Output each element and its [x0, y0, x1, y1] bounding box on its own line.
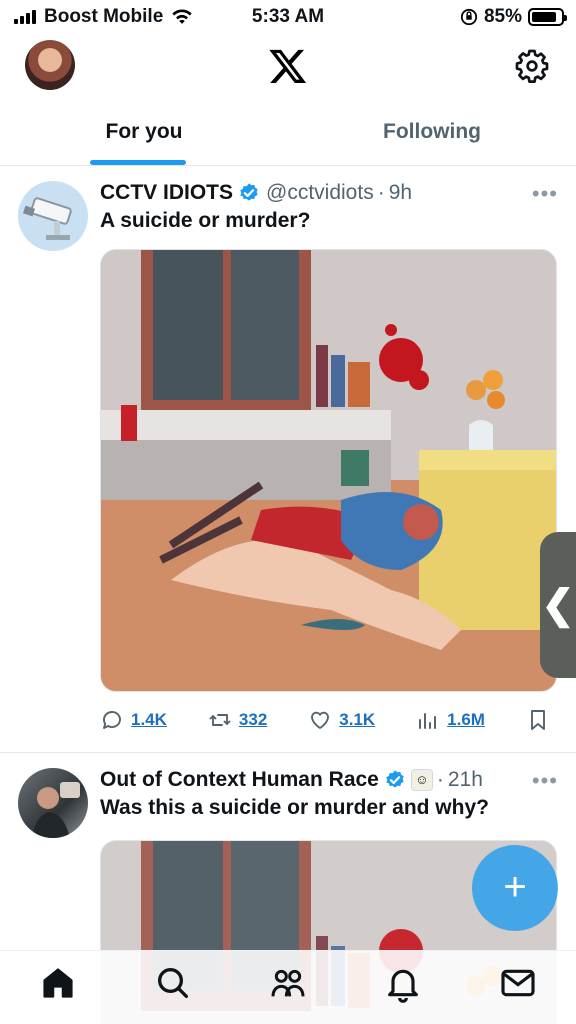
tweet-text: Was this a suicide or murder and why?	[100, 796, 489, 819]
more-options-icon[interactable]: •••	[532, 768, 558, 794]
heart-icon	[311, 711, 330, 729]
author-name[interactable]: CCTV IDIOTS	[100, 181, 233, 205]
views-count: 1.6M	[447, 710, 485, 729]
affiliate-badge-icon: ☺	[410, 769, 433, 791]
tweet-time[interactable]: 21h	[448, 768, 483, 792]
views-chart-icon	[419, 713, 437, 729]
author-avatar[interactable]	[18, 181, 88, 251]
x-logo-icon[interactable]	[266, 46, 310, 86]
tab-label: Following	[383, 120, 481, 143]
illustration-image	[101, 250, 556, 691]
status-right: 85%	[460, 6, 567, 28]
bookmark-icon	[531, 710, 545, 730]
battery-percent: 85%	[483, 6, 522, 27]
messages-envelope-icon[interactable]	[498, 963, 538, 1003]
views-button[interactable]: 1.6M	[416, 708, 485, 732]
rotation-lock-icon	[460, 8, 478, 26]
battery-fill	[532, 12, 556, 22]
tweet-image[interactable]	[100, 249, 557, 692]
plus-icon: +	[503, 865, 527, 909]
verified-badge-icon	[240, 183, 258, 201]
avatar-photo	[32, 782, 80, 838]
notifications-bell-icon[interactable]	[383, 963, 423, 1003]
tab-for-you[interactable]: For you	[0, 104, 288, 165]
repost-count: 332	[238, 710, 268, 729]
repost-icon	[209, 714, 231, 726]
separator-dot: ·	[436, 768, 444, 791]
tweet-header: CCTV IDIOTS @cctvidiots · 9h	[100, 179, 556, 207]
tweet-text: A suicide or murder?	[100, 209, 311, 232]
timeline-tabs: For you Following	[0, 104, 576, 166]
home-icon[interactable]	[38, 963, 78, 1003]
separator-dot: ·	[377, 181, 385, 204]
like-count: 3.1K	[339, 710, 376, 729]
author-avatar[interactable]	[18, 768, 88, 838]
verified-badge-icon	[386, 770, 404, 788]
reply-icon	[103, 711, 121, 729]
active-tab-indicator	[90, 160, 186, 165]
profile-avatar[interactable]	[25, 40, 75, 90]
reply-button[interactable]: 1.4K	[100, 708, 167, 732]
author-name[interactable]: Out of Context Human Race	[100, 768, 379, 792]
tweet-actions: 1.4K 332 3.1K 1.6M	[100, 707, 550, 733]
side-drawer-handle[interactable]: ❮	[540, 532, 576, 678]
battery-icon	[528, 8, 567, 26]
compose-post-button[interactable]: +	[472, 845, 558, 931]
tweet[interactable]: CCTV IDIOTS @cctvidiots · 9h ••• A suici…	[0, 167, 576, 753]
search-icon[interactable]	[153, 963, 193, 1003]
like-button[interactable]: 3.1K	[308, 708, 375, 732]
repost-button[interactable]: 332	[208, 708, 267, 732]
cctv-camera-icon	[23, 197, 72, 240]
tab-following[interactable]: Following	[288, 104, 576, 165]
top-header	[0, 34, 576, 98]
tweet-header: Out of Context Human Race ☺ · 21h	[100, 766, 556, 794]
gear-icon[interactable]	[514, 48, 550, 84]
chevron-left-icon: ❮	[541, 583, 575, 627]
bookmark-button[interactable]	[526, 708, 550, 732]
tweet-time[interactable]: 9h	[389, 181, 412, 205]
communities-icon[interactable]	[268, 963, 308, 1003]
bottom-navigation	[0, 950, 576, 1024]
tab-label: For you	[105, 120, 183, 143]
reply-count: 1.4K	[131, 710, 167, 729]
status-bar: Boost Mobile 5:33 AM 85%	[0, 0, 576, 34]
author-handle[interactable]: @cctvidiots	[266, 181, 374, 205]
more-options-icon[interactable]: •••	[532, 181, 558, 207]
